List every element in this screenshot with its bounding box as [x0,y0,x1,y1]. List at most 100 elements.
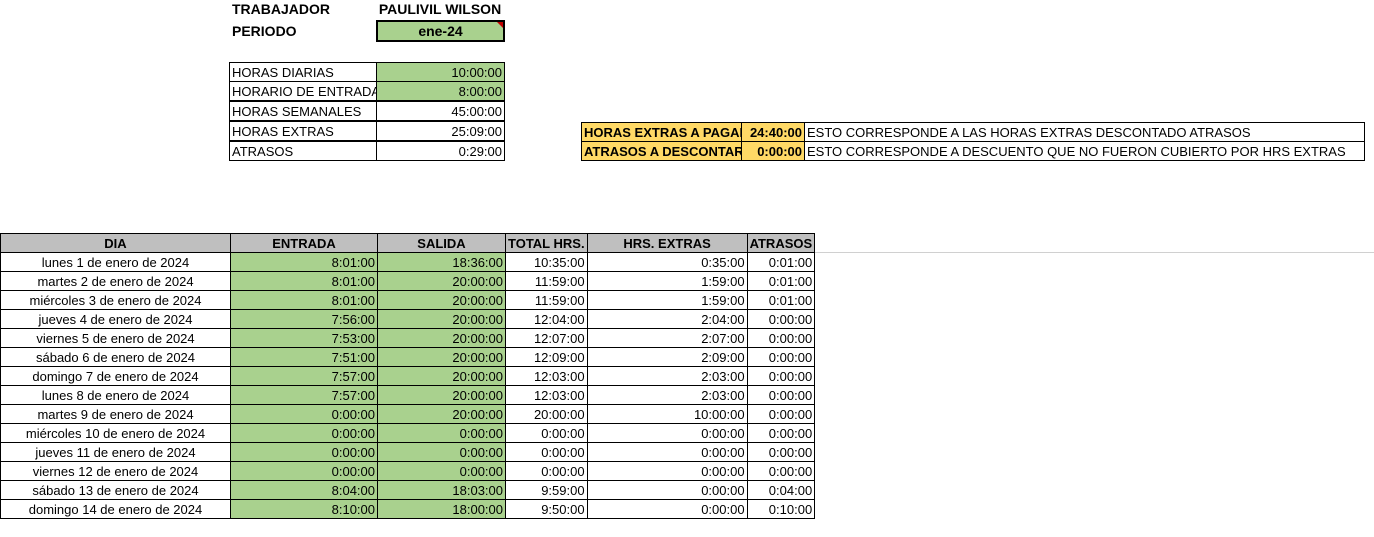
cell-dia[interactable]: miércoles 10 de enero de 2024 [0,423,231,443]
cell-entrada[interactable]: 0:00:00 [230,404,378,424]
cell-entrada[interactable]: 8:01:00 [230,252,378,272]
param-value[interactable]: 25:09:00 [376,121,505,141]
cell-entrada[interactable]: 0:00:00 [230,461,378,481]
cell-atrasos[interactable]: 0:01:00 [746,252,816,272]
cell-total-hrs[interactable]: 0:00:00 [505,442,588,462]
cell-salida[interactable]: 0:00:00 [377,423,506,443]
summary-value[interactable]: 24:40:00 [741,122,805,142]
column-header[interactable]: ATRASOS [746,233,816,253]
cell-dia[interactable]: lunes 1 de enero de 2024 [0,252,231,272]
cell-atrasos[interactable]: 0:00:00 [746,404,816,424]
cell-salida[interactable]: 20:00:00 [377,347,506,367]
cell-entrada[interactable]: 0:00:00 [230,442,378,462]
cell-hrs-extras[interactable]: 2:04:00 [586,309,748,329]
cell-hrs-extras[interactable]: 0:35:00 [586,252,748,272]
cell-atrasos[interactable]: 0:00:00 [746,347,816,367]
param-value[interactable]: 0:29:00 [376,141,505,161]
param-value[interactable]: 10:00:00 [376,62,505,82]
cell-atrasos[interactable]: 0:10:00 [746,499,816,519]
cell-hrs-extras[interactable]: 2:09:00 [586,347,748,367]
cell-total-hrs[interactable]: 9:50:00 [505,499,588,519]
cell-entrada[interactable]: 7:57:00 [230,366,378,386]
cell-atrasos[interactable]: 0:00:00 [746,309,816,329]
cell-atrasos[interactable]: 0:04:00 [746,480,816,500]
column-header[interactable]: TOTAL HRS. [505,233,588,253]
cell-dia[interactable]: viernes 12 de enero de 2024 [0,461,231,481]
cell-hrs-extras[interactable]: 1:59:00 [586,290,748,310]
cell-hrs-extras[interactable]: 2:07:00 [586,328,748,348]
summary-value[interactable]: 0:00:00 [741,141,805,161]
cell-salida[interactable]: 18:00:00 [377,499,506,519]
cell-total-hrs[interactable]: 10:35:00 [505,252,588,272]
cell-atrasos[interactable]: 0:01:00 [746,271,816,291]
cell-total-hrs[interactable]: 20:00:00 [505,404,588,424]
cell-atrasos[interactable]: 0:00:00 [746,423,816,443]
cell-salida[interactable]: 20:00:00 [377,404,506,424]
cell-entrada[interactable]: 7:51:00 [230,347,378,367]
cell-total-hrs[interactable]: 0:00:00 [505,461,588,481]
cell-salida[interactable]: 0:00:00 [377,461,506,481]
cell-salida[interactable]: 20:00:00 [377,309,506,329]
cell-hrs-extras[interactable]: 10:00:00 [586,404,748,424]
cell-entrada[interactable]: 7:53:00 [230,328,378,348]
cell-salida[interactable]: 18:36:00 [377,252,506,272]
cell-dia[interactable]: martes 9 de enero de 2024 [0,404,231,424]
cell-atrasos[interactable]: 0:00:00 [746,442,816,462]
cell-total-hrs[interactable]: 0:00:00 [505,423,588,443]
cell-total-hrs[interactable]: 12:04:00 [505,309,588,329]
cell-dia[interactable]: lunes 8 de enero de 2024 [0,385,231,405]
cell-entrada[interactable]: 8:10:00 [230,499,378,519]
column-header[interactable]: HRS. EXTRAS [586,233,748,253]
cell-atrasos[interactable]: 0:00:00 [746,366,816,386]
column-header[interactable]: SALIDA [377,233,506,253]
cell-entrada[interactable]: 0:00:00 [230,423,378,443]
cell-total-hrs[interactable]: 12:03:00 [505,366,588,386]
cell-dia[interactable]: viernes 5 de enero de 2024 [0,328,231,348]
periodo-cell[interactable]: ene-24 [376,20,505,42]
cell-salida[interactable]: 18:03:00 [377,480,506,500]
cell-hrs-extras[interactable]: 0:00:00 [586,480,748,500]
cell-total-hrs[interactable]: 12:09:00 [505,347,588,367]
cell-hrs-extras[interactable]: 0:00:00 [586,423,748,443]
cell-total-hrs[interactable]: 11:59:00 [505,271,588,291]
cell-entrada[interactable]: 7:57:00 [230,385,378,405]
cell-salida[interactable]: 20:00:00 [377,290,506,310]
cell-total-hrs[interactable]: 12:03:00 [505,385,588,405]
cell-dia[interactable]: miércoles 3 de enero de 2024 [0,290,231,310]
cell-hrs-extras[interactable]: 2:03:00 [586,385,748,405]
cell-entrada[interactable]: 8:01:00 [230,271,378,291]
cell-atrasos[interactable]: 0:00:00 [746,385,816,405]
cell-hrs-extras[interactable]: 0:00:00 [586,442,748,462]
trabajador-value[interactable]: PAULIVIL WILSON [376,1,504,17]
cell-dia[interactable]: sábado 6 de enero de 2024 [0,347,231,367]
param-value[interactable]: 8:00:00 [376,81,505,101]
cell-dia[interactable]: domingo 14 de enero de 2024 [0,499,231,519]
column-header[interactable]: ENTRADA [230,233,378,253]
column-header[interactable]: DIA [0,233,231,253]
cell-dia[interactable]: jueves 11 de enero de 2024 [0,442,231,462]
cell-hrs-extras[interactable]: 2:03:00 [586,366,748,386]
cell-dia[interactable]: jueves 4 de enero de 2024 [0,309,231,329]
cell-entrada[interactable]: 7:56:00 [230,309,378,329]
cell-total-hrs[interactable]: 11:59:00 [505,290,588,310]
cell-dia[interactable]: martes 2 de enero de 2024 [0,271,231,291]
cell-atrasos[interactable]: 0:00:00 [746,328,816,348]
cell-total-hrs[interactable]: 9:59:00 [505,480,588,500]
cell-hrs-extras[interactable]: 0:00:00 [586,499,748,519]
cell-hrs-extras[interactable]: 1:59:00 [586,271,748,291]
cell-salida[interactable]: 20:00:00 [377,328,506,348]
cell-salida[interactable]: 20:00:00 [377,271,506,291]
cell-total-hrs[interactable]: 12:07:00 [505,328,588,348]
cell-atrasos[interactable]: 0:01:00 [746,290,816,310]
cell-dia[interactable]: sábado 13 de enero de 2024 [0,480,231,500]
cell-salida[interactable]: 20:00:00 [377,366,506,386]
cell-salida[interactable]: 0:00:00 [377,442,506,462]
cell-hrs-extras[interactable]: 0:00:00 [586,461,748,481]
cell-dia[interactable]: domingo 7 de enero de 2024 [0,366,231,386]
cell-entrada[interactable]: 8:04:00 [230,480,378,500]
cell-salida[interactable]: 20:00:00 [377,385,506,405]
cell-entrada[interactable]: 8:01:00 [230,290,378,310]
table-row: miércoles 10 de enero de 2024 0:00:00 0:00… [0,423,816,443]
param-value[interactable]: 45:00:00 [376,101,505,121]
cell-atrasos[interactable]: 0:00:00 [746,461,816,481]
